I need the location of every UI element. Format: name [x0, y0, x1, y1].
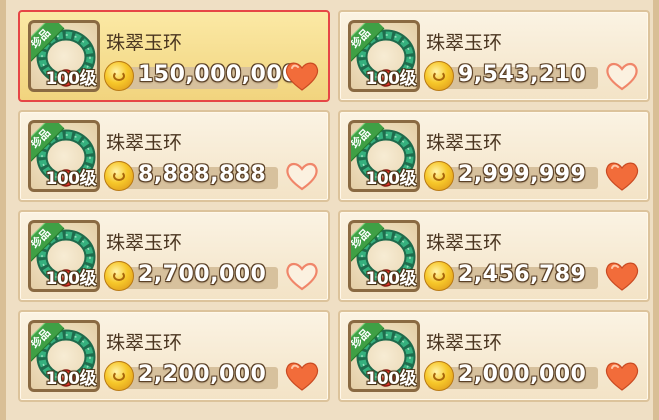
heart-filled-icon[interactable] — [604, 160, 640, 192]
heart-filled-icon[interactable] — [284, 60, 320, 92]
heart-filled-icon[interactable] — [284, 360, 320, 392]
heart-filled-icon[interactable] — [604, 360, 640, 392]
item-thumbnail[interactable]: 珍品 100级 — [348, 120, 420, 192]
item-level: 100级 — [365, 69, 417, 89]
item-thumbnail[interactable]: 珍品 100级 — [28, 20, 100, 92]
item-card[interactable]: 珍品 100级 珠翠玉环 150,000,000 — [18, 10, 330, 102]
item-card[interactable]: 珍品 100级 珠翠玉环 2,200,000 — [18, 310, 330, 402]
item-thumbnail[interactable]: 珍品 100级 — [28, 220, 100, 292]
item-thumbnail[interactable]: 珍品 100级 — [28, 320, 100, 392]
item-price: 2,200,000 — [138, 362, 267, 387]
item-name: 珠翠玉环 — [426, 132, 503, 154]
item-price: 150,000,000 — [138, 62, 298, 87]
gold-coin-icon — [424, 361, 454, 391]
item-name: 珠翠玉环 — [106, 332, 183, 354]
item-price: 9,543,210 — [458, 62, 587, 87]
gold-coin-icon — [104, 261, 134, 291]
gold-coin-icon — [104, 61, 134, 91]
item-card[interactable]: 珍品 100级 珠翠玉环 2,999,999 — [338, 110, 650, 202]
item-price: 8,888,888 — [138, 162, 267, 187]
heart-outline-icon[interactable] — [284, 160, 320, 192]
heart-outline-icon[interactable] — [284, 260, 320, 292]
gold-coin-icon — [424, 161, 454, 191]
gold-coin-icon — [424, 261, 454, 291]
item-name: 珠翠玉环 — [426, 332, 503, 354]
item-level: 100级 — [45, 69, 97, 89]
item-name: 珠翠玉环 — [106, 32, 183, 54]
auction-panel: 珍品 100级 珠翠玉环 150,000,000 珍品 100级 珠翠玉环 9,… — [0, 0, 659, 420]
item-thumbnail[interactable]: 珍品 100级 — [348, 20, 420, 92]
item-name: 珠翠玉环 — [106, 132, 183, 154]
item-name: 珠翠玉环 — [426, 32, 503, 54]
item-level: 100级 — [45, 269, 97, 289]
item-card[interactable]: 珍品 100级 珠翠玉环 2,700,000 — [18, 210, 330, 302]
item-card[interactable]: 珍品 100级 珠翠玉环 2,000,000 — [338, 310, 650, 402]
item-grid: 珍品 100级 珠翠玉环 150,000,000 珍品 100级 珠翠玉环 9,… — [18, 10, 658, 420]
item-price: 2,000,000 — [458, 362, 587, 387]
item-level: 100级 — [45, 369, 97, 389]
item-card[interactable]: 珍品 100级 珠翠玉环 9,543,210 — [338, 10, 650, 102]
item-thumbnail[interactable]: 珍品 100级 — [348, 220, 420, 292]
item-thumbnail[interactable]: 珍品 100级 — [28, 120, 100, 192]
item-card[interactable]: 珍品 100级 珠翠玉环 2,456,789 — [338, 210, 650, 302]
gold-coin-icon — [104, 361, 134, 391]
item-level: 100级 — [365, 369, 417, 389]
heart-filled-icon[interactable] — [604, 260, 640, 292]
item-price: 2,456,789 — [458, 262, 587, 287]
item-level: 100级 — [365, 169, 417, 189]
item-name: 珠翠玉环 — [106, 232, 183, 254]
gold-coin-icon — [424, 61, 454, 91]
item-price: 2,999,999 — [458, 162, 587, 187]
item-thumbnail[interactable]: 珍品 100级 — [348, 320, 420, 392]
heart-outline-icon[interactable] — [604, 60, 640, 92]
gold-coin-icon — [104, 161, 134, 191]
item-name: 珠翠玉环 — [426, 232, 503, 254]
item-level: 100级 — [45, 169, 97, 189]
item-card[interactable]: 珍品 100级 珠翠玉环 8,888,888 — [18, 110, 330, 202]
item-price: 2,700,000 — [138, 262, 267, 287]
item-level: 100级 — [365, 269, 417, 289]
